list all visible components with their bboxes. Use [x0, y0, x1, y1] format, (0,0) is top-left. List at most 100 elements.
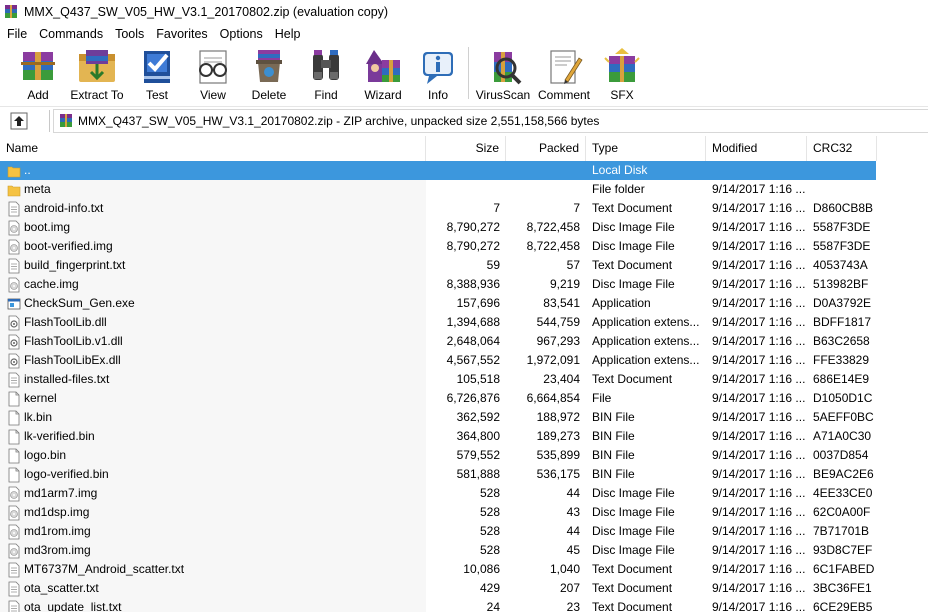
file-name: logo-verified.bin: [24, 467, 109, 481]
file-name: installed-files.txt: [24, 372, 110, 386]
file-name-cell: boot-verified.img: [0, 237, 426, 256]
file-packed-size: 45: [566, 543, 580, 557]
file-type: Disc Image File: [592, 277, 675, 291]
file-name: MT6737M_Android_scatter.txt: [24, 562, 185, 576]
file-name: boot-verified.img: [24, 239, 113, 253]
test-button[interactable]: Test: [131, 44, 183, 102]
add-button[interactable]: Add: [9, 44, 67, 102]
up-one-level-button[interactable]: [7, 110, 31, 132]
comment-button[interactable]: Comment: [534, 44, 594, 102]
file-row[interactable]: MT6737M_Android_scatter.txt 10,086 1,040 Te…: [0, 560, 928, 579]
file-crc32: 686E14E9: [813, 372, 870, 386]
archive-path-field[interactable]: MMX_Q437_SW_V05_HW_V3.1_20170802.zip - Z…: [53, 108, 928, 133]
delete-label: Delete: [251, 88, 287, 102]
file-row[interactable]: CheckSum_Gen.exe 157,696 83,541 Application…: [0, 294, 928, 313]
file-name-cell: FlashToolLibEx.dll: [0, 351, 426, 370]
find-button[interactable]: Find: [299, 44, 353, 102]
file-row[interactable]: kernel 6,726,876 6,664,854 File 9/14/2017 1:…: [0, 389, 928, 408]
file-type: Disc Image File: [592, 543, 675, 557]
menu-commands[interactable]: Commands: [33, 24, 109, 44]
file-size: 7: [493, 201, 500, 215]
file-type: Application: [592, 296, 651, 310]
file-row[interactable]: cache.img 8,388,936 9,219 Disc Image File 9/…: [0, 275, 928, 294]
test-label: Test: [145, 88, 168, 102]
column-header-crc32[interactable]: CRC32: [807, 136, 877, 161]
file-row[interactable]: FlashToolLibEx.dll 4,567,552 1,972,091 Appl…: [0, 351, 928, 370]
file-name-cell: MT6737M_Android_scatter.txt: [0, 560, 426, 579]
file-row[interactable]: FlashToolLib.v1.dll 2,648,064 967,293 Appli…: [0, 332, 928, 351]
file-row[interactable]: md3rom.img 528 45 Disc Image File 9/14/2017 …: [0, 541, 928, 560]
file-row[interactable]: logo.bin 579,552 535,899 BIN File 9/14/2017 …: [0, 446, 928, 465]
text-file-icon: [7, 581, 21, 597]
file-name: ota_update_list.txt: [24, 600, 122, 612]
file-name-cell: android-info.txt: [0, 199, 426, 218]
file-row[interactable]: lk-verified.bin 364,800 189,273 BIN File 9/1…: [0, 427, 928, 446]
window-title: MMX_Q437_SW_V05_HW_V3.1_20170802.zip (ev…: [24, 5, 389, 19]
file-modified: 9/14/2017 1:16 ...: [712, 258, 806, 272]
file-name: lk.bin: [24, 410, 53, 424]
virusscan-button[interactable]: VirusScan: [472, 44, 534, 102]
file-name-cell: CheckSum_Gen.exe: [0, 294, 426, 313]
column-header-modified[interactable]: Modified: [706, 136, 807, 161]
file-row[interactable]: meta File folder 9/14/2017 1:16 ...: [0, 180, 928, 199]
menu-favorites[interactable]: Favorites: [150, 24, 213, 44]
file-name: md1dsp.img: [24, 505, 90, 519]
list-header: ^ Name Size Packed Type Modified CRC32: [0, 136, 928, 161]
dll-icon: [7, 334, 21, 350]
text-file-icon: [7, 201, 21, 217]
file-row[interactable]: logo-verified.bin 581,888 536,175 BIN File 9…: [0, 465, 928, 484]
file-type: Disc Image File: [592, 524, 675, 538]
file-row[interactable]: md1rom.img 528 44 Disc Image File 9/14/2017 …: [0, 522, 928, 541]
file-row[interactable]: ota_scatter.txt 429 207 Text Document 9/14/2…: [0, 579, 928, 598]
wizard-button[interactable]: Wizard: [355, 44, 411, 102]
delete-button[interactable]: Delete: [241, 44, 297, 102]
file-name-cell: FlashToolLib.v1.dll: [0, 332, 426, 351]
column-header-size[interactable]: Size: [426, 136, 506, 161]
menu-tools[interactable]: Tools: [109, 24, 150, 44]
file-size: 6,726,876: [446, 391, 500, 405]
file-name-cell: meta: [0, 180, 426, 199]
info-button[interactable]: Info: [411, 44, 465, 102]
file-row[interactable]: boot-verified.img 8,790,272 8,722,458 Disc …: [0, 237, 928, 256]
column-header-packed[interactable]: Packed: [506, 136, 586, 161]
file-row[interactable]: ota_update_list.txt 24 23 Text Document 9/14…: [0, 598, 928, 612]
file-row[interactable]: boot.img 8,790,272 8,722,458 Disc Image Fil…: [0, 218, 928, 237]
sfx-button[interactable]: SFX: [596, 44, 648, 102]
column-header-name[interactable]: ^ Name: [0, 136, 426, 161]
column-header-type[interactable]: Type: [586, 136, 706, 161]
menu-file[interactable]: File: [0, 24, 33, 44]
application-icon: [7, 296, 21, 312]
file-size: 579,552: [456, 448, 500, 462]
file-packed-size: 535,899: [536, 448, 580, 462]
file-packed-size: 6,664,854: [526, 391, 580, 405]
view-button[interactable]: View: [185, 44, 241, 102]
menu-options[interactable]: Options: [214, 24, 269, 44]
file-row[interactable]: FlashToolLib.dll 1,394,688 544,759 Applicat…: [0, 313, 928, 332]
file-name: meta: [24, 182, 51, 196]
file-size: 157,696: [456, 296, 500, 310]
file-row[interactable]: md1arm7.img 528 44 Disc Image File 9/14/2017…: [0, 484, 928, 503]
file-crc32: 5587F3DE: [813, 239, 871, 253]
menu-help[interactable]: Help: [269, 24, 307, 44]
file-modified: 9/14/2017 1:16 ...: [712, 543, 806, 557]
file-row[interactable]: build_fingerprint.txt 59 57 Text Document 9/…: [0, 256, 928, 275]
file-crc32: D0A3792E: [813, 296, 872, 310]
file-row[interactable]: android-info.txt 7 7 Text Document 9/14/2017…: [0, 199, 928, 218]
file-row[interactable]: md1dsp.img 528 43 Disc Image File 9/14/2017 …: [0, 503, 928, 522]
file-type: BIN File: [592, 448, 635, 462]
file-packed-size: 8,722,458: [526, 239, 580, 253]
file-size: 8,388,936: [446, 277, 500, 291]
file-row[interactable]: lk.bin 362,592 188,972 BIN File 9/14/2017 1:…: [0, 408, 928, 427]
file-modified: 9/14/2017 1:16 ...: [712, 220, 806, 234]
view-icon: [191, 47, 235, 86]
file-row[interactable]: installed-files.txt 105,518 23,404 Text Doc…: [0, 370, 928, 389]
file-type: Disc Image File: [592, 239, 675, 253]
file-size: 105,518: [456, 372, 500, 386]
extract-to-button[interactable]: Extract To: [67, 44, 127, 102]
file-row[interactable]: .. Local Disk: [0, 161, 928, 180]
file-packed-size: 23,404: [543, 372, 580, 386]
file-crc32: 0037D854: [813, 448, 869, 462]
text-file-icon: [7, 600, 21, 612]
file-size: 24: [486, 600, 500, 612]
file-rows: .. Local Disk meta File folder 9/14/2017 1:1…: [0, 161, 928, 612]
